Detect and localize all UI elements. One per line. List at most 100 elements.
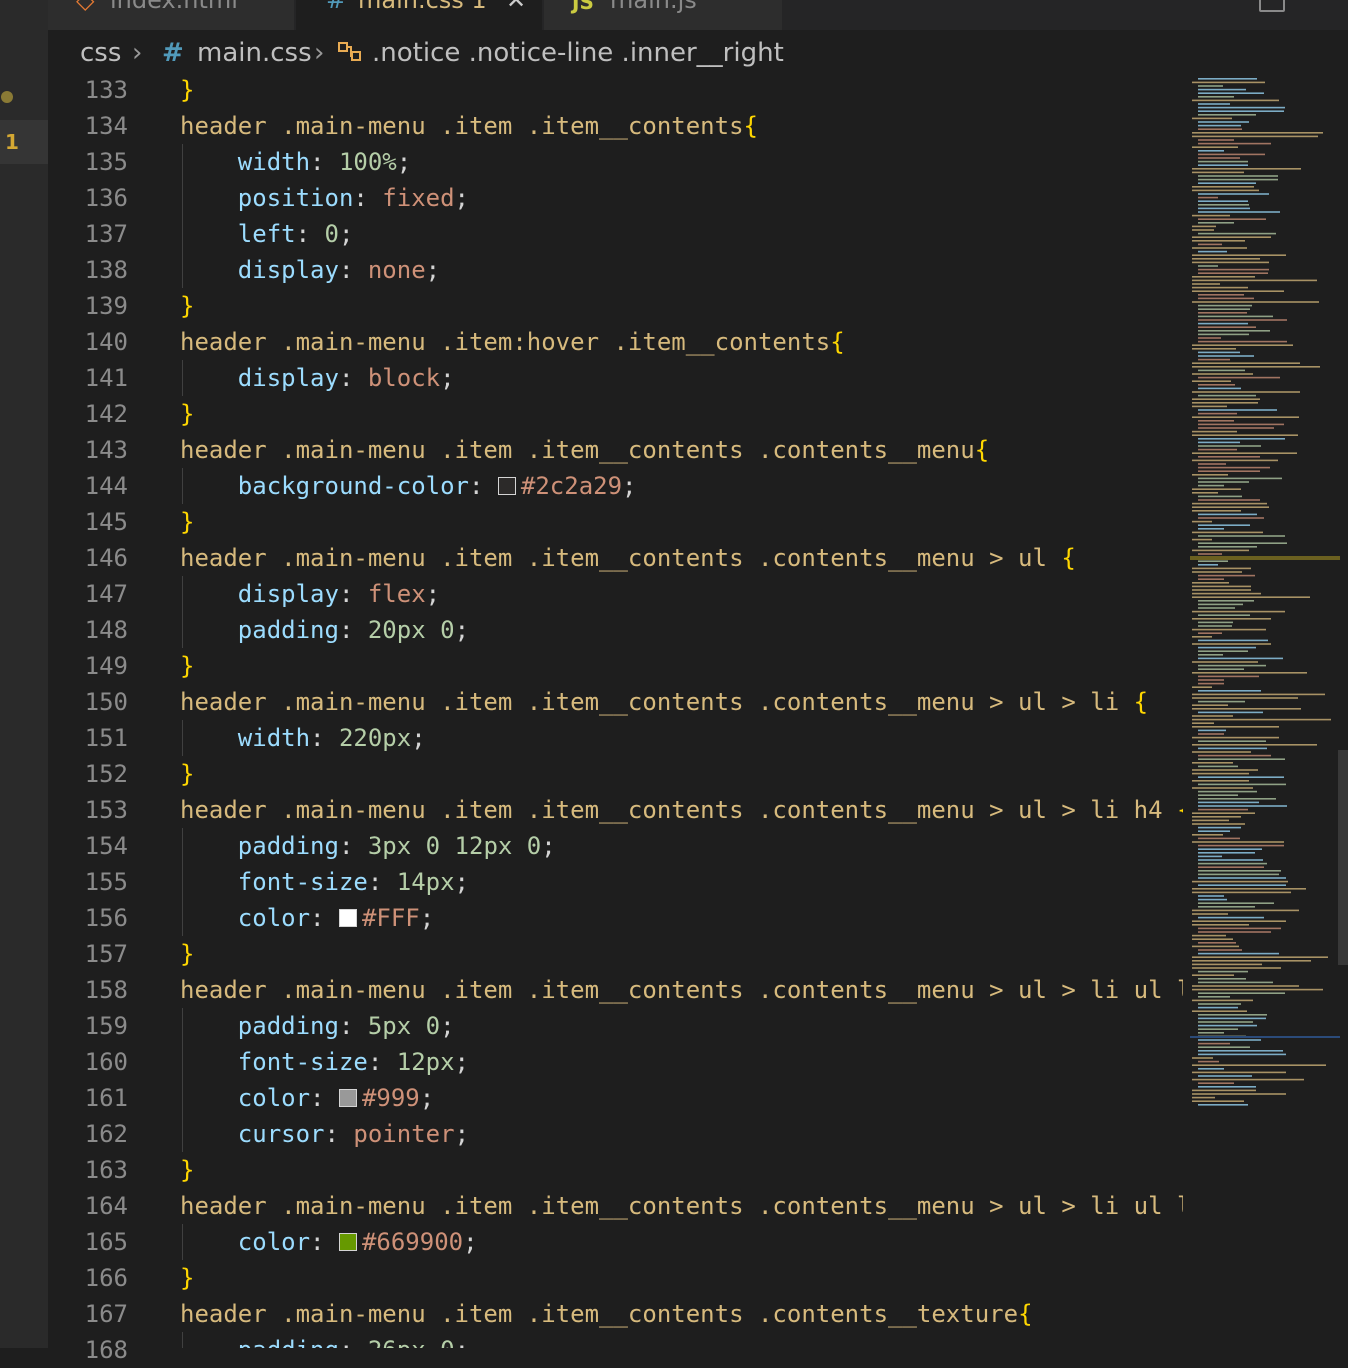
code-line[interactable]: header .main-menu .item .item__contents{ (180, 108, 758, 144)
minimap-line (1198, 542, 1287, 544)
breadcrumb-folder[interactable]: css (80, 38, 121, 68)
code-line[interactable]: } (180, 76, 194, 108)
code-line[interactable]: header .main-menu .item .item__contents … (180, 432, 989, 468)
code-editor[interactable]: } header .main-menu .item .item__contents… (180, 76, 1183, 1348)
minimap-line (1192, 416, 1299, 418)
code-line[interactable]: header .main-menu .item .item__contents … (180, 1296, 1033, 1332)
minimap-line (1198, 654, 1223, 656)
code-line[interactable]: padding: 26px 0; (180, 1332, 469, 1348)
css-property: color (237, 1228, 311, 1256)
minimap-line (1192, 492, 1218, 494)
code-line[interactable]: font-size: 12px; (180, 1044, 469, 1080)
css-punctuation: : (310, 1228, 339, 1256)
minimap-line (1192, 819, 1229, 822)
code-line[interactable]: } (180, 756, 194, 792)
code-line[interactable]: } (180, 648, 194, 684)
code-line[interactable]: padding: 5px 0; (180, 1008, 455, 1044)
color-swatch[interactable] (497, 477, 516, 495)
minimap-line (1192, 585, 1251, 588)
code-line[interactable]: } (180, 936, 194, 972)
minimap-line (1198, 758, 1285, 760)
color-swatch[interactable] (338, 1089, 357, 1107)
color-swatch[interactable] (338, 1233, 357, 1251)
css-punctuation: : (367, 868, 397, 896)
line-number: 150 (84, 688, 128, 716)
code-line[interactable]: } (180, 1152, 194, 1188)
minimap-line (1198, 297, 1254, 300)
line-number: 143 (84, 436, 128, 464)
code-line[interactable]: display: flex; (180, 576, 440, 612)
minimap-line (1192, 1078, 1304, 1081)
minimap-line (1192, 1010, 1247, 1012)
minimap-line (1192, 571, 1242, 573)
code-line[interactable]: header .main-menu .item .item__contents … (180, 792, 1183, 828)
css-punctuation: : (310, 724, 339, 752)
css-value: flex (367, 580, 426, 608)
code-line[interactable]: } (180, 504, 194, 540)
code-line[interactable]: width: 100%; (180, 144, 411, 180)
code-line[interactable]: color: #669900; (180, 1224, 478, 1260)
code-line[interactable]: header .main-menu .item .item__contents … (180, 684, 1148, 720)
tab-main-js[interactable]: JS main.js (544, 0, 782, 30)
code-line[interactable]: color: #FFF; (180, 900, 434, 936)
line-number: 159 (84, 1012, 128, 1040)
minimap-line (1192, 214, 1230, 217)
minimap-line (1198, 268, 1269, 271)
code-line[interactable]: padding: 3px 0 12px 0; (180, 828, 556, 864)
minimap[interactable] (1184, 76, 1348, 1348)
minimap-line (1192, 510, 1241, 512)
minimap-line (1192, 787, 1253, 789)
minimap-line (1198, 927, 1281, 930)
close-icon[interactable]: ✕ (506, 0, 526, 14)
code-line[interactable]: header .main-menu .item .item__contents … (180, 540, 1076, 576)
code-line[interactable]: background-color: #2c2a29; (180, 468, 637, 504)
minimap-line (1198, 319, 1287, 321)
activity-bar: 1 (0, 0, 48, 1348)
line-number: 154 (84, 832, 128, 860)
minimap-line (1192, 1096, 1215, 1099)
code-line[interactable]: display: none; (180, 252, 440, 288)
code-line[interactable]: header .main-menu .item:hover .item__con… (180, 324, 845, 360)
minimap-line (1198, 1003, 1241, 1005)
split-editor-icon[interactable] (1259, 0, 1285, 12)
code-line[interactable]: width: 220px; (180, 720, 426, 756)
minimap-line (1198, 873, 1279, 876)
minimap-line (1192, 434, 1298, 436)
code-line[interactable]: left: 0; (180, 216, 354, 252)
code-line[interactable]: } (180, 288, 194, 324)
minimap-line (1198, 456, 1260, 458)
code-line[interactable]: position: fixed; (180, 180, 469, 216)
code-line[interactable]: display: block; (180, 360, 455, 396)
breadcrumb-symbol[interactable]: .notice .notice-line .inner__right (372, 38, 784, 68)
minimap-line (1192, 924, 1249, 926)
code-line[interactable]: font-size: 14px; (180, 864, 469, 900)
minimap-line (1192, 186, 1254, 188)
minimap-line (1192, 1100, 1244, 1102)
code-line[interactable]: color: #999; (180, 1080, 434, 1116)
vertical-scrollbar[interactable] (1338, 750, 1348, 965)
problems-badge[interactable]: 1 (0, 120, 48, 164)
minimap-line (1198, 466, 1270, 469)
color-swatch[interactable] (338, 909, 357, 927)
indent-guide (182, 1224, 183, 1260)
css-selector: header .main-menu .item .item__contents … (180, 688, 1134, 716)
code-line[interactable]: header .main-menu .item .item__contents … (180, 972, 1183, 1008)
css-punctuation: ; (454, 616, 470, 644)
minimap-line (1198, 866, 1264, 868)
tab-main-css[interactable]: # main.css 1 ✕ (296, 0, 542, 30)
breadcrumb-file[interactable]: main.css (197, 38, 312, 68)
code-line[interactable]: padding: 20px 0; (180, 612, 469, 648)
css-punctuation: ; (396, 148, 412, 176)
code-line[interactable]: cursor: pointer; (180, 1116, 469, 1152)
code-line[interactable]: } (180, 396, 194, 432)
code-line[interactable]: header .main-menu .item .item__contents … (180, 1188, 1183, 1224)
code-line[interactable]: } (180, 1260, 194, 1296)
minimap-line (1198, 906, 1255, 908)
minimap-line (1198, 729, 1226, 732)
minimap-line (1198, 855, 1222, 858)
minimap-line (1192, 985, 1299, 987)
minimap-line (1198, 103, 1230, 105)
css-punctuation: : (338, 580, 368, 608)
tab-index-html[interactable]: ◇ index.html (48, 0, 294, 30)
